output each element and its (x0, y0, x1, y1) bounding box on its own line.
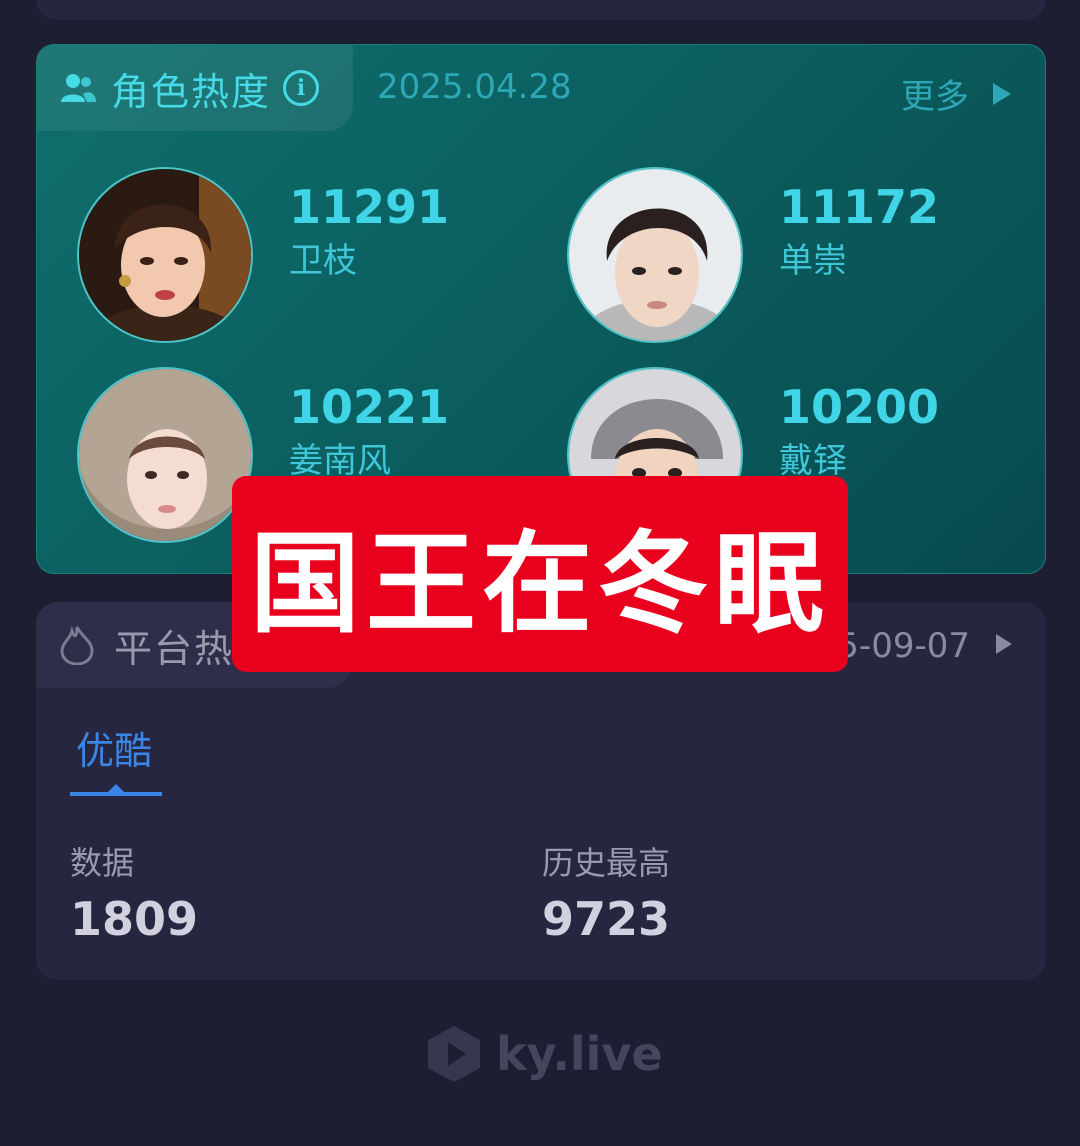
avatar[interactable] (77, 367, 253, 543)
play-icon[interactable] (996, 634, 1012, 654)
platform-heat-title: 平台热 (114, 626, 235, 671)
role-score: 11291 (289, 180, 450, 234)
user-group-icon (61, 74, 96, 102)
history-high-value: 9723 (542, 892, 671, 946)
more-label: 更多 (901, 77, 969, 117)
banner-text: 国王在冬眠 (250, 520, 830, 648)
play-icon (993, 82, 1011, 105)
data-value: 1809 (70, 892, 199, 946)
tab-indicator (70, 792, 162, 796)
role-item[interactable]: 11291 卫枝 (77, 167, 449, 343)
role-score: 10200 (779, 380, 940, 434)
role-name: 单崇 (779, 241, 847, 281)
info-icon[interactable]: i (283, 70, 320, 106)
overlay-banner: 国王在冬眠 (232, 476, 848, 672)
previous-card (36, 0, 1046, 20)
tab-indicator-notch (108, 784, 124, 792)
avatar[interactable] (77, 167, 253, 343)
logo-text: ky.live (496, 1027, 663, 1081)
history-high-label: 历史最高 (542, 844, 671, 882)
role-heat-date: 2025.04.28 (377, 67, 572, 107)
ky-logo-icon (428, 1026, 480, 1082)
role-score: 11172 (779, 180, 940, 234)
ky-live-logo: ky.live (426, 1024, 663, 1084)
flame-icon (60, 625, 94, 665)
data-label: 数据 (70, 844, 135, 882)
role-heat-header: 角色热度 i (37, 45, 353, 131)
role-item[interactable]: 11172 单崇 (567, 167, 939, 343)
tab-youku[interactable]: 优酷 (76, 720, 152, 775)
avatar[interactable] (567, 167, 743, 343)
platform-heat-date: 5-09-07 (837, 626, 970, 666)
role-name: 卫枝 (289, 241, 357, 281)
role-score: 10221 (289, 380, 450, 434)
role-heat-title: 角色热度 (111, 69, 272, 114)
more-button[interactable]: 更多 (901, 69, 1011, 118)
